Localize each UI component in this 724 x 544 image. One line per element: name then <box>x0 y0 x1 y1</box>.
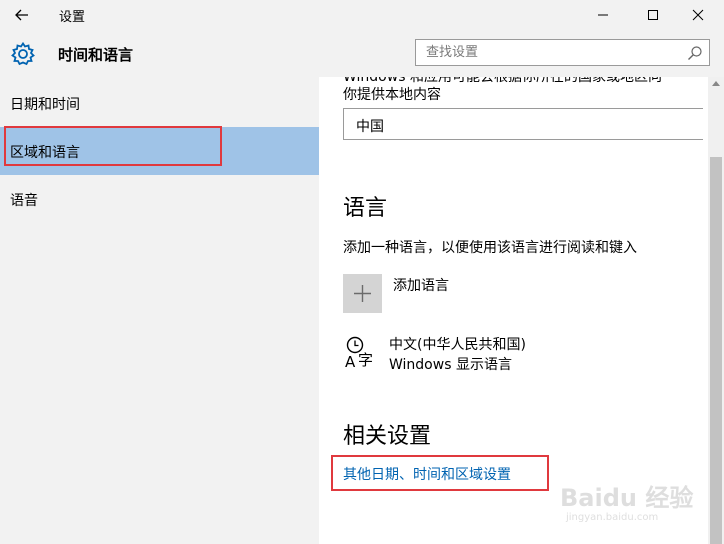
search-input[interactable] <box>416 40 688 65</box>
language-item-name[interactable]: 中文(中华人民共和国) <box>389 334 526 354</box>
search-box[interactable] <box>415 39 710 66</box>
scrollbar[interactable] <box>708 77 724 544</box>
highlight-box <box>331 455 549 491</box>
add-language-label[interactable]: 添加语言 <box>393 275 449 295</box>
sidebar-item-label: 语音 <box>10 193 38 209</box>
minimize-button[interactable] <box>580 0 626 30</box>
page-title: 时间和语言 <box>58 46 134 64</box>
language-heading: 语言 <box>343 196 388 221</box>
related-settings-heading: 相关设置 <box>343 424 432 449</box>
close-button[interactable] <box>675 0 721 30</box>
close-icon <box>692 9 704 21</box>
sidebar-item-date-time[interactable]: 日期和时间 <box>0 79 319 127</box>
search-icon[interactable] <box>687 45 703 61</box>
sidebar: 日期和时间 区域和语言 语音 <box>0 77 319 544</box>
country-dropdown-value: 中国 <box>356 119 384 135</box>
plus-icon <box>354 285 371 302</box>
watermark: Baidu 经验 jingyan.baidu.com <box>560 478 710 533</box>
language-item-subtitle: Windows 显示语言 <box>389 357 512 373</box>
language-description: 添加一种语言，以便使用该语言进行阅读和键入 <box>343 240 637 256</box>
sidebar-item-label: 日期和时间 <box>10 97 80 113</box>
scrollbar-thumb[interactable] <box>710 157 722 544</box>
watermark-url: jingyan.baidu.com <box>566 512 659 523</box>
settings-header: 时间和语言 <box>0 30 724 77</box>
scroll-up-icon[interactable] <box>712 80 720 86</box>
svg-text:字: 字 <box>358 351 373 369</box>
country-dropdown[interactable]: 中国 <box>343 108 703 140</box>
add-language-button[interactable] <box>343 274 382 313</box>
maximize-button[interactable] <box>630 0 676 30</box>
region-description-end: 你提供本地内容 <box>343 87 441 103</box>
title-bar: 设置 <box>0 0 724 30</box>
minimize-icon <box>598 14 608 16</box>
back-button[interactable] <box>10 4 34 26</box>
back-arrow-icon <box>15 9 28 21</box>
svg-text:A: A <box>345 353 356 371</box>
maximize-icon <box>648 10 658 20</box>
watermark-logo: Baidu 经验 <box>560 484 694 512</box>
sidebar-item-speech[interactable]: 语音 <box>0 175 319 223</box>
highlight-box <box>4 126 222 166</box>
main-content: Windows 和应用可能会根据你所在的国家或地区向 你提供本地内容 中国 语言… <box>319 77 708 544</box>
language-icon: A 字 <box>345 336 373 371</box>
gear-icon <box>11 41 35 66</box>
window-title: 设置 <box>59 10 86 25</box>
